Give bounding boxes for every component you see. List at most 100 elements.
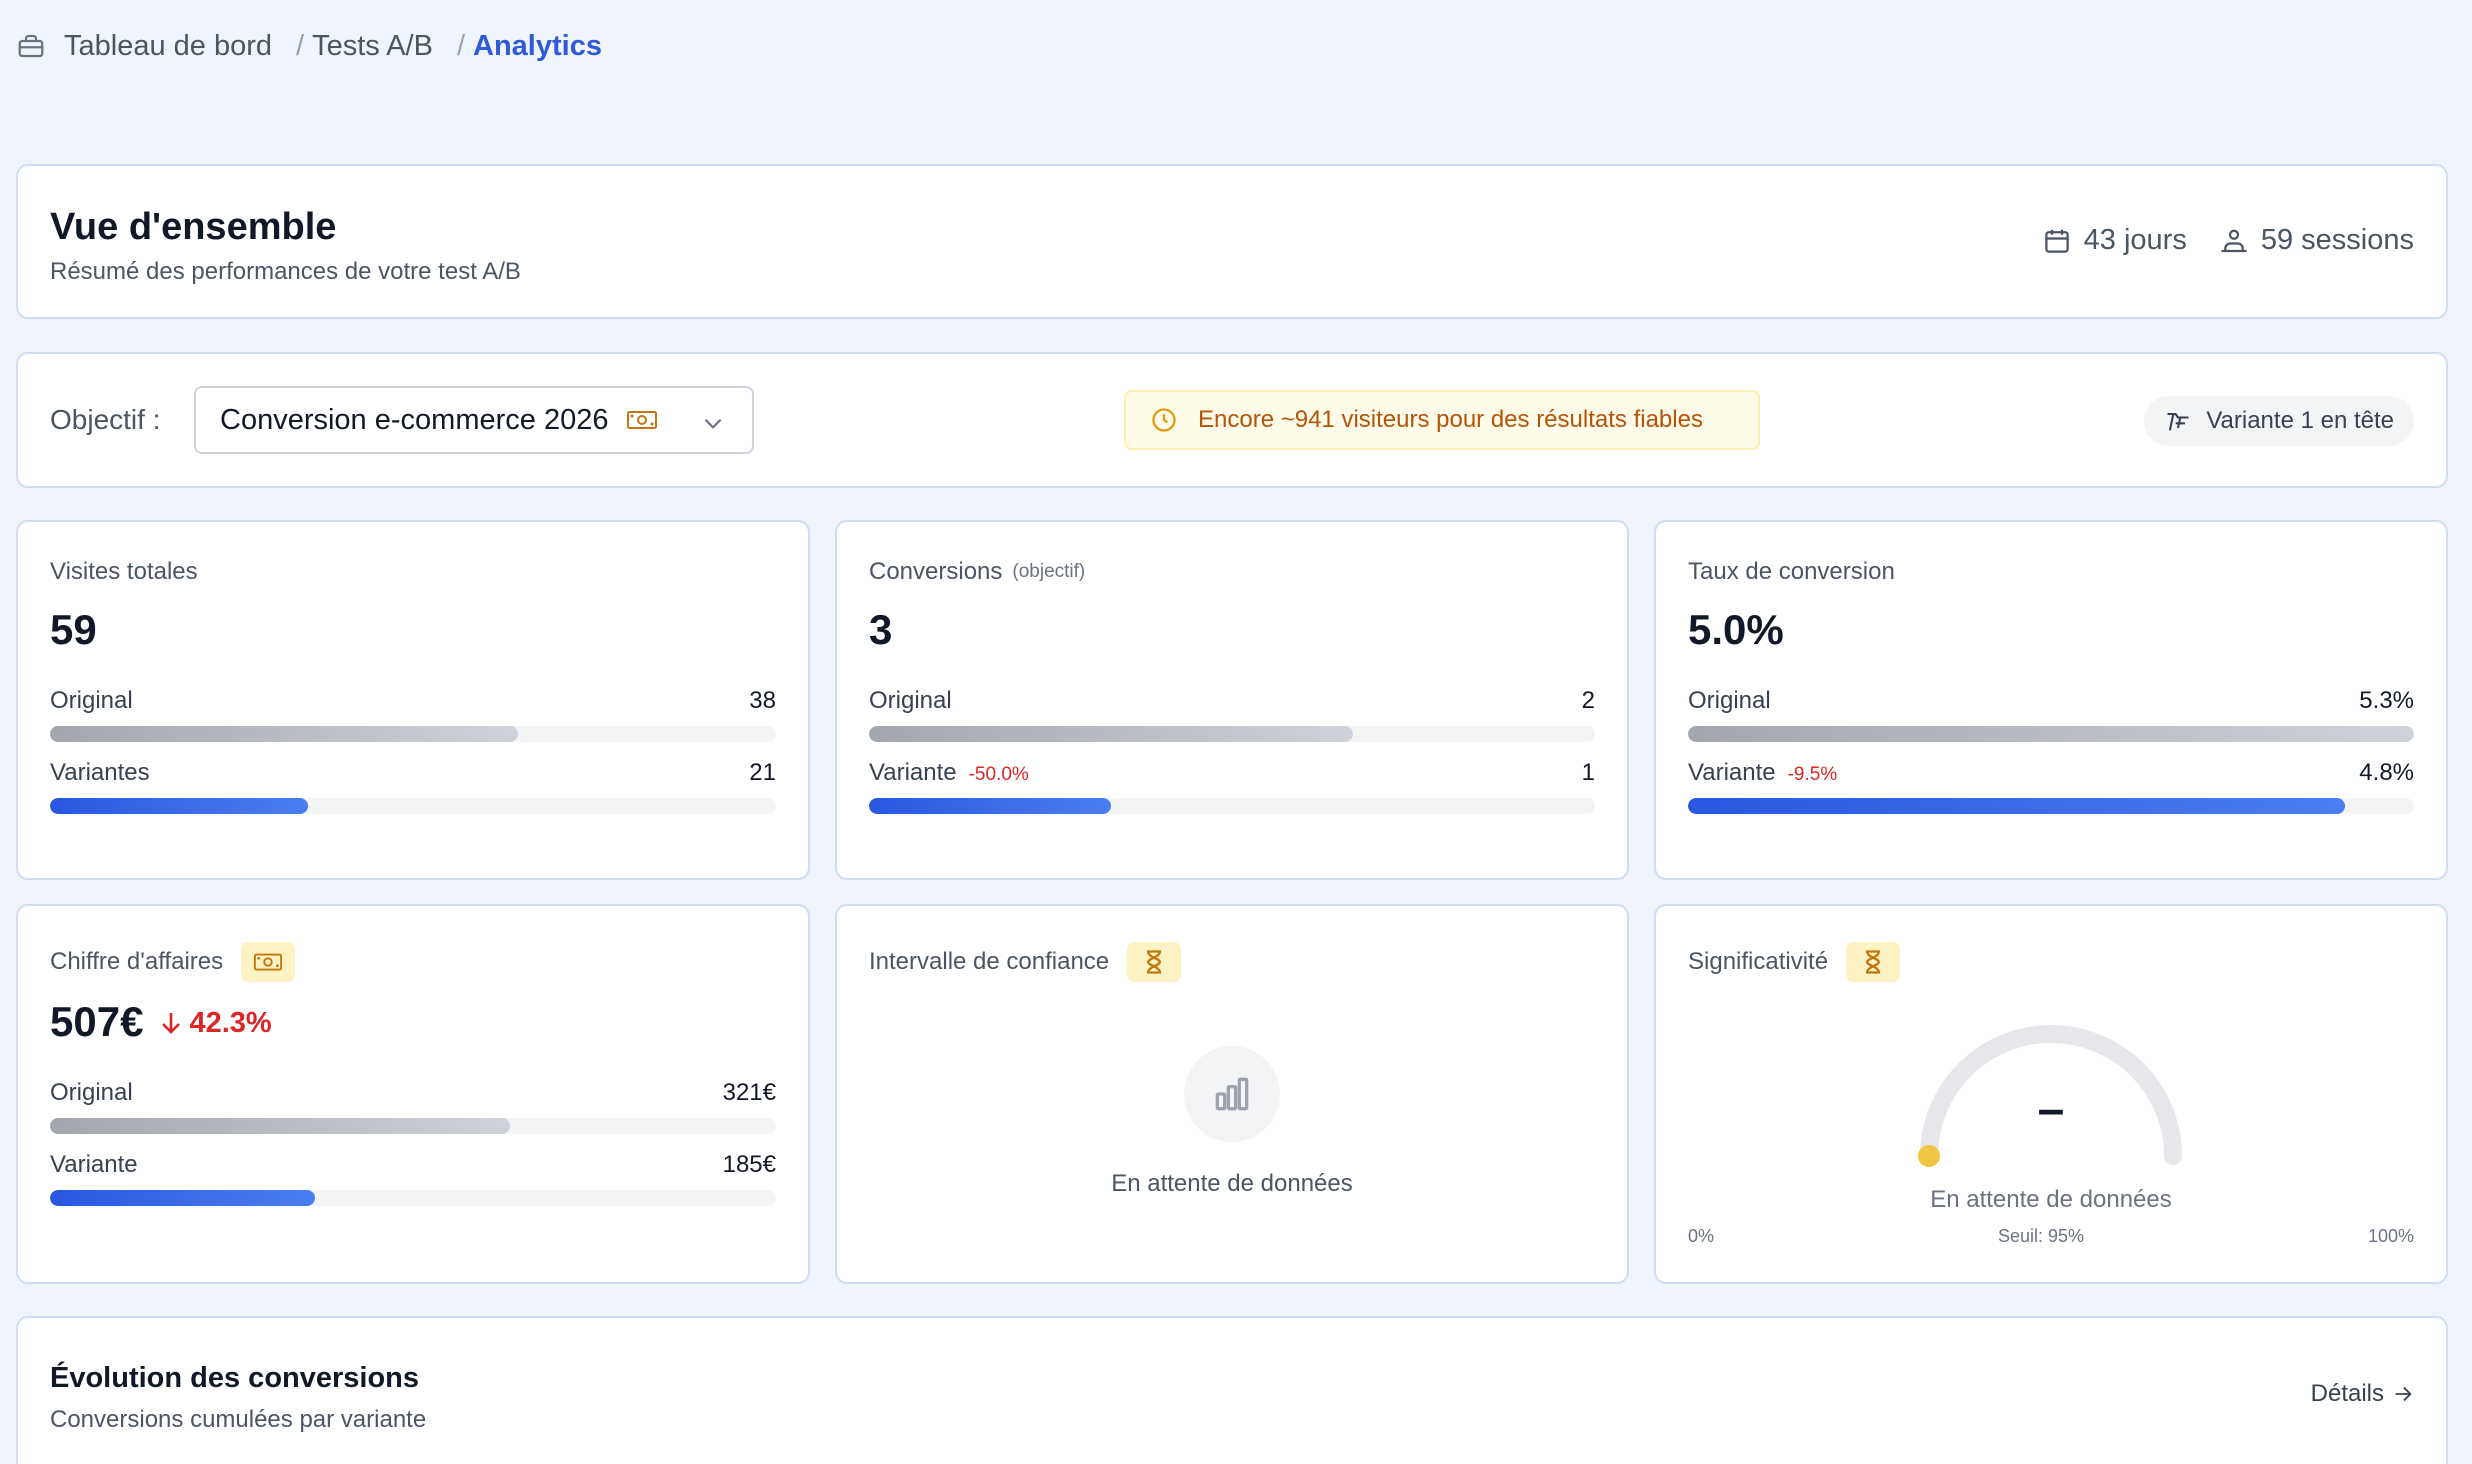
confidence-interval-card: Intervalle de confiance En attente de do… <box>835 904 1629 1284</box>
conversions-variant-row: Variante -50.0% 1 <box>869 758 1595 788</box>
scale-min: 0% <box>1688 1226 1715 1246</box>
row-label: Variante <box>50 1151 138 1178</box>
row-value: 21 <box>749 759 776 786</box>
objective-tag: (objectif) <box>1012 561 1086 582</box>
money-icon <box>626 409 658 431</box>
revenue-card: Chiffre d'affaires 507€ 42.3% Original 3… <box>16 904 810 1284</box>
gauge-value: – <box>2037 1083 2065 1136</box>
rate-variant-row: Variante -9.5% 4.8% <box>1688 758 2414 788</box>
leader-badge: Variante 1 en tête <box>2144 396 2414 446</box>
confidence-empty-state: En attente de données <box>837 1046 1627 1198</box>
trophy-icon <box>2167 412 2189 431</box>
visits-original-row: Original 38 <box>50 686 776 716</box>
rate-original-row: Original 5.3% <box>1688 686 2414 716</box>
row-value: 5.3% <box>2359 687 2414 714</box>
conversion-rate-card: Taux de conversion 5.0% Original 5.3% Va… <box>1654 520 2448 880</box>
rate-original-bar <box>1688 726 2414 742</box>
arrow-down-icon <box>162 1013 181 1034</box>
revenue-variant-bar <box>50 1190 776 1206</box>
page-subtitle: Résumé des performances de votre test A/… <box>50 258 521 285</box>
money-icon <box>254 953 283 971</box>
conversions-label: Conversions (objectif) <box>869 558 1086 585</box>
conversions-value: 3 <box>869 606 893 653</box>
variant-delta: -50.0% <box>968 764 1029 785</box>
revenue-delta: 42.3% <box>159 1007 272 1040</box>
conversions-card: Conversions (objectif) 3 Original 2 Vari… <box>835 520 1629 880</box>
header-stats: 43 jours 59 sessions <box>2042 224 2414 257</box>
row-label: Original <box>1688 687 1771 714</box>
breadcrumb-tests[interactable]: Tests A/B <box>312 30 433 63</box>
evolution-card: Évolution des conversions Conversions cu… <box>16 1316 2448 1464</box>
breadcrumb-current: Analytics <box>473 29 602 62</box>
evolution-subtitle: Conversions cumulées par variante <box>50 1406 427 1433</box>
significance-gauge: – <box>1656 996 2446 1216</box>
rate-label: Taux de conversion <box>1688 558 1895 585</box>
sessions-stat: 59 sessions <box>2219 224 2414 257</box>
objective-bar: Objectif : Conversion e-commerce 2026 En… <box>16 352 2448 488</box>
sessions-value: 59 sessions <box>2260 224 2414 256</box>
row-value: 2 <box>1581 687 1595 714</box>
gauge-scale: 0% Seuil: 95% 100% <box>1688 1226 2414 1247</box>
row-value: 38 <box>749 687 776 714</box>
scale-max: 100% <box>2367 1226 2414 1246</box>
visits-variants-bar <box>50 798 776 814</box>
days-value: 43 jours <box>2083 224 2187 256</box>
revenue-original-bar <box>50 1118 776 1134</box>
breadcrumb-separator: / <box>456 29 466 62</box>
significance-label: Significativité <box>1688 942 1901 982</box>
row-label: Original <box>869 687 952 714</box>
money-badge <box>241 942 296 982</box>
visits-label: Visites totales <box>50 558 198 585</box>
objective-select[interactable]: Conversion e-commerce 2026 <box>194 386 754 454</box>
significance-empty-text: En attente de données <box>1930 1186 2172 1213</box>
revenue-variant-row: Variante 185€ <box>50 1150 776 1180</box>
row-value: 185€ <box>722 1151 776 1178</box>
days-stat: 43 jours <box>2042 224 2187 257</box>
visits-value: 59 <box>50 606 97 653</box>
objective-selected-value: Conversion e-commerce 2026 <box>220 403 609 436</box>
users-icon <box>2221 229 2247 252</box>
variant-delta: -9.5% <box>1787 764 1838 785</box>
bar-chart-icon <box>1215 1077 1249 1111</box>
sample-size-notice: Encore ~941 visiteurs pour des résultats… <box>1124 390 1760 450</box>
arrow-right-icon <box>2395 1386 2412 1402</box>
row-value: 1 <box>1581 759 1595 786</box>
empty-circle <box>1184 1046 1280 1142</box>
confidence-label: Intervalle de confiance <box>869 942 1182 982</box>
pending-badge <box>1846 942 1901 982</box>
visits-card: Visites totales 59 Original 38 Variantes… <box>16 520 810 880</box>
evolution-title: Évolution des conversions <box>50 1362 420 1394</box>
clock-icon <box>1152 408 1176 432</box>
overview-header-card: Vue d'ensemble Résumé des performances d… <box>16 164 2448 319</box>
row-label: Original <box>50 687 133 714</box>
empty-text: En attente de données <box>1111 1170 1353 1197</box>
rate-value: 5.0% <box>1688 606 1784 653</box>
row-value: 321€ <box>722 1079 776 1106</box>
row-value: 4.8% <box>2359 759 2414 786</box>
row-label: Original <box>50 1079 133 1106</box>
breadcrumb-dashboard[interactable]: Tableau de bord <box>64 30 272 63</box>
hourglass-icon <box>1866 950 1881 974</box>
conversions-original-bar <box>869 726 1595 742</box>
details-link[interactable]: Détails <box>2311 1380 2414 1408</box>
significance-card: Significativité – En attente de données … <box>1654 904 2448 1284</box>
scale-threshold: Seuil: 95% <box>1997 1226 2085 1246</box>
row-label: Variantes <box>50 759 150 786</box>
leader-text: Variante 1 en tête <box>2206 407 2394 434</box>
revenue-label: Chiffre d'affaires <box>50 942 296 982</box>
conversions-variant-bar <box>869 798 1595 814</box>
rate-variant-bar <box>1688 798 2414 814</box>
calendar-icon <box>2044 229 2069 253</box>
breadcrumb-separator: / <box>296 29 305 62</box>
pending-badge <box>1127 942 1182 982</box>
sample-size-text: Encore ~941 visiteurs pour des résultats… <box>1198 406 1703 433</box>
row-label: Variante <box>1688 759 1776 786</box>
briefcase-icon <box>16 31 46 61</box>
revenue-original-row: Original 321€ <box>50 1078 776 1108</box>
breadcrumb: Tableau de bord / Tests A/B / Analytics <box>16 26 602 66</box>
objective-label: Objectif : <box>50 404 161 435</box>
visits-original-bar <box>50 726 776 742</box>
conversions-original-row: Original 2 <box>869 686 1595 716</box>
chevron-down-icon <box>704 418 722 429</box>
hourglass-icon <box>1147 950 1162 974</box>
